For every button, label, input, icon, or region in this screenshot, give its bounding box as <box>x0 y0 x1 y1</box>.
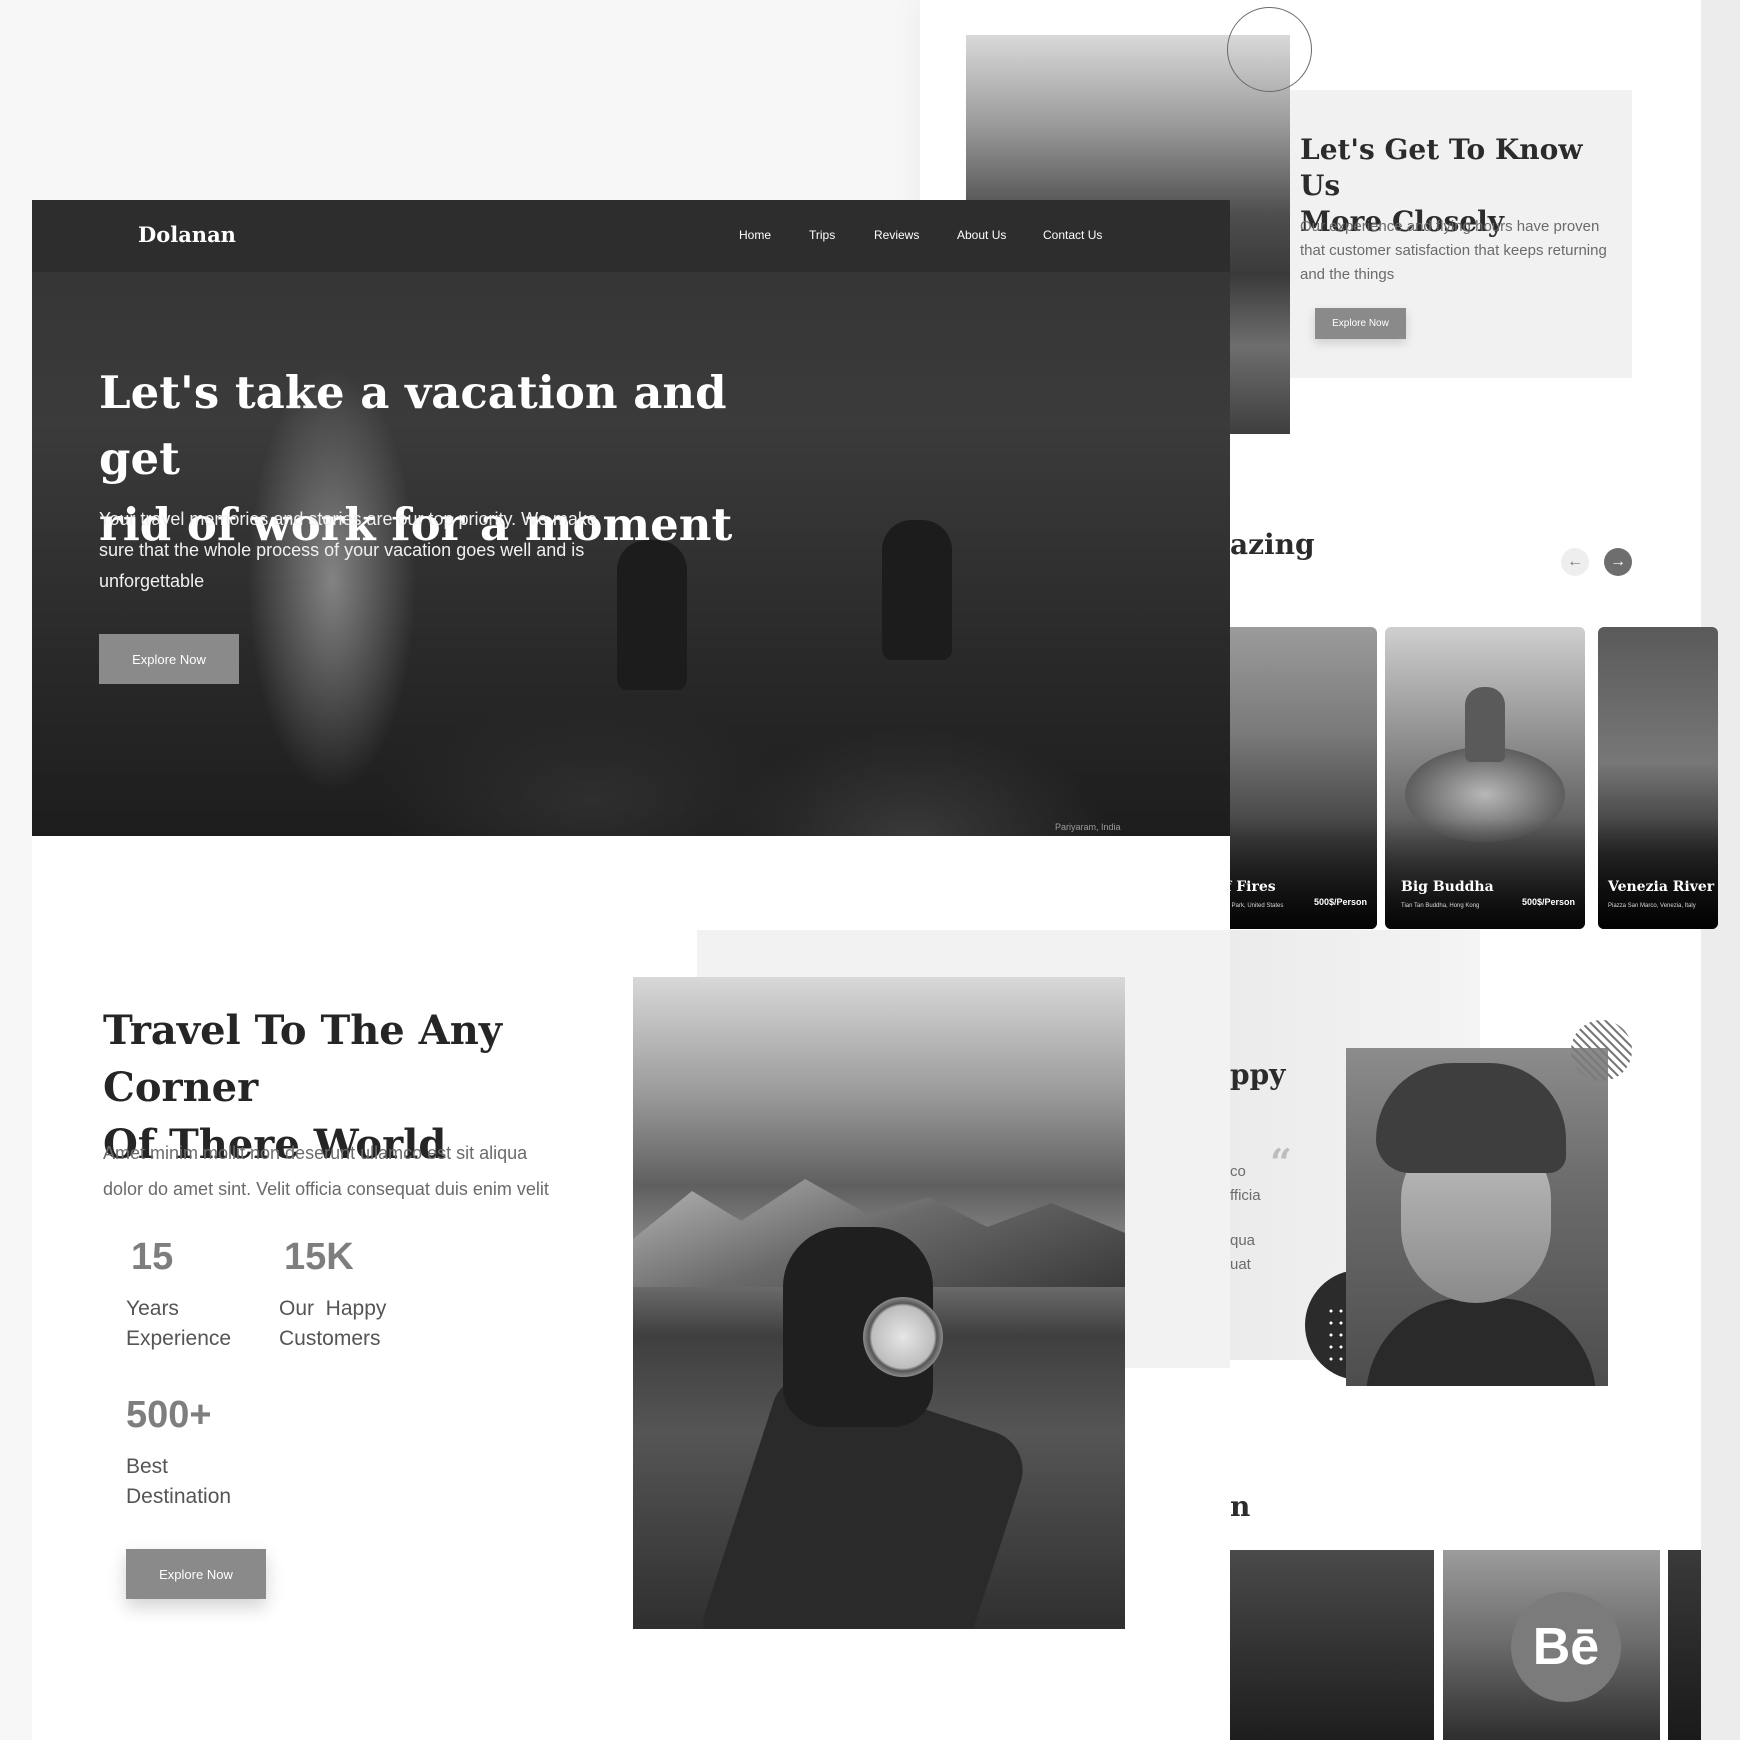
stat-label: Best Destination <box>126 1452 231 1512</box>
stat-label: Years Experience <box>126 1294 231 1354</box>
hero-explore-button[interactable]: Explore Now <box>99 634 239 684</box>
photo-caption: Pariyaram, India <box>1055 822 1121 832</box>
travel-text-line: dolor do amet sint. Velit officia conseq… <box>103 1179 549 1199</box>
hatched-circle-icon <box>1571 1020 1632 1081</box>
stat-label-line: Destination <box>126 1485 232 1508</box>
arrow-right-icon[interactable]: → <box>1604 548 1632 576</box>
portrait-cap <box>1376 1063 1566 1173</box>
review-text-line: co <box>1230 1163 1246 1180</box>
nav-trips[interactable]: Trips <box>809 228 835 242</box>
hiker-figure <box>882 520 952 660</box>
stat-label: Our Happy Customers <box>279 1294 386 1354</box>
decorative-circle <box>1227 7 1312 92</box>
logo[interactable]: Dolanan <box>138 222 236 247</box>
gallery-title: n <box>1230 1490 1251 1523</box>
stat-value: 500+ <box>126 1394 212 1436</box>
destination-price: 500$/Person <box>1521 897 1575 907</box>
destination-location: Tian Tan Buddha, Hong Kong <box>1401 903 1480 909</box>
about-text-line: that customer satisfaction that keeps re… <box>1300 242 1607 259</box>
about-title-line: Let's Get To Know Us <box>1300 133 1583 202</box>
destination-location: Piazza San Marco, Venezia, Italy <box>1608 903 1696 909</box>
travel-text-line: Amet minim mollit non deserunt ullamco e… <box>103 1143 528 1163</box>
hero-title-line: Let's take a vacation and get <box>99 366 727 485</box>
card-shade <box>1598 819 1718 929</box>
dot-grid-icon <box>1326 1305 1346 1365</box>
destination-name: Venezia River <box>1608 879 1715 895</box>
destination-price: 500$/Person <box>1313 897 1367 907</box>
gallery-image[interactable] <box>1200 1550 1434 1740</box>
nav-contact[interactable]: Contact Us <box>1043 228 1102 242</box>
stat-label-line: Best <box>126 1455 169 1478</box>
hero-subtitle-line: Your travel memories and stories are our… <box>99 509 597 529</box>
reviewer-portrait <box>1346 1048 1608 1386</box>
stat-label-line: Experience <box>126 1327 232 1350</box>
destinations-title: azing <box>1230 528 1315 561</box>
nav-home[interactable]: Home <box>739 228 771 242</box>
about-text-line: Our experience and flying hours have pro… <box>1300 218 1600 235</box>
compass-photo <box>633 977 1125 1629</box>
travel-text: Amet minim mollit non deserunt ullamco e… <box>103 1135 623 1207</box>
gallery-image[interactable] <box>1668 1550 1701 1740</box>
hero-subtitle-line: unforgettable <box>99 571 205 591</box>
nav-reviews[interactable]: Reviews <box>874 228 919 242</box>
stat-label-line: Years <box>126 1297 179 1320</box>
travel-explore-button[interactable]: Explore Now <box>126 1549 266 1599</box>
destination-card[interactable]: Venezia River Piazza San Marco, Venezia,… <box>1598 627 1718 929</box>
statue-figure <box>1465 687 1505 762</box>
travel-title-line: Travel To The Any Corner <box>103 1007 503 1111</box>
compass-icon <box>863 1297 943 1377</box>
about-explore-button[interactable]: Explore Now <box>1315 308 1406 339</box>
top-nav: Dolanan Home Trips Reviews About Us Cont… <box>32 200 1230 272</box>
arrow-left-icon[interactable]: ← <box>1561 548 1589 576</box>
hero-subtitle-line: sure that the whole process of your vaca… <box>99 540 585 560</box>
review-text-line: qua <box>1230 1232 1256 1249</box>
stat-label-line: Customers <box>279 1327 381 1350</box>
hero-subtitle: Your travel memories and stories are our… <box>99 504 659 597</box>
hero-section: Dolanan Home Trips Reviews About Us Cont… <box>32 200 1230 836</box>
reviews-title: ppy <box>1230 1058 1286 1091</box>
card-shade <box>1385 819 1585 929</box>
quote-icon: “ <box>1270 1140 1292 1185</box>
stat-value: 15K <box>284 1236 354 1278</box>
portrait-shirt <box>1366 1298 1596 1386</box>
nav-about[interactable]: About Us <box>957 228 1006 242</box>
about-text-line: and the things <box>1300 266 1395 283</box>
behance-logo: Bē <box>1511 1592 1621 1702</box>
stat-value: 15 <box>131 1236 174 1278</box>
about-text: Our experience and flying hours have pro… <box>1300 215 1630 287</box>
stat-label-line: Our Happy <box>279 1297 387 1320</box>
destination-card[interactable]: Big Buddha Tian Tan Buddha, Hong Kong 50… <box>1385 627 1585 929</box>
destination-name: Big Buddha <box>1401 879 1494 895</box>
review-text-line: uat <box>1230 1256 1251 1273</box>
review-text-line: fficia <box>1230 1187 1261 1204</box>
